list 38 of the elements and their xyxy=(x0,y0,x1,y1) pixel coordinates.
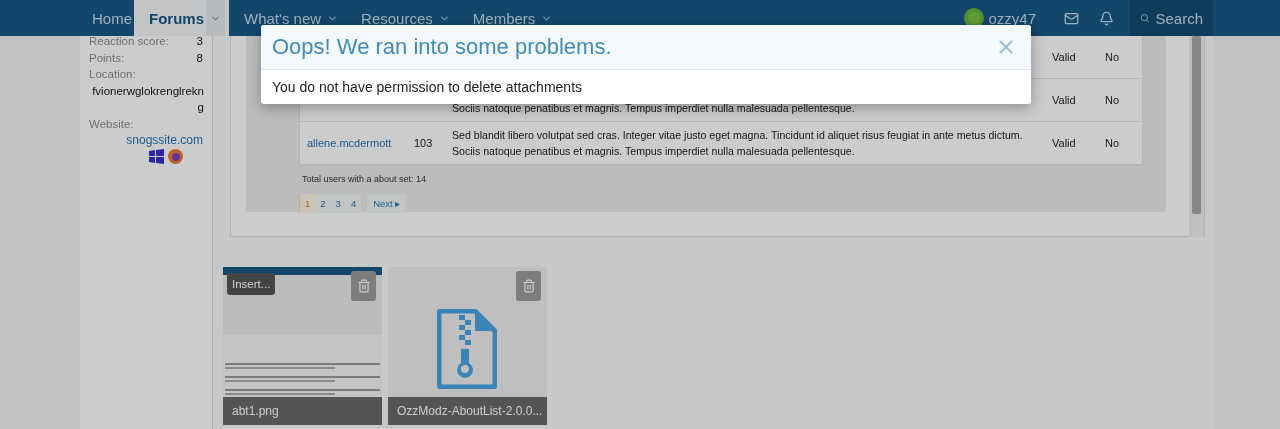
file-name: abt1.png xyxy=(223,397,382,425)
delete-button[interactable] xyxy=(516,271,541,301)
delete-button[interactable] xyxy=(351,271,376,301)
page-link[interactable]: 1 xyxy=(299,194,316,213)
website-label: Website: xyxy=(89,116,134,132)
window-panes-icon xyxy=(149,149,164,164)
nav-tab[interactable]: Home xyxy=(77,0,134,36)
table-cell-text: No xyxy=(1104,94,1121,106)
dialog-message: You do not have permission to delete attachments xyxy=(271,78,584,97)
avatar-icon xyxy=(964,8,985,28)
browser-icon xyxy=(168,149,183,164)
file-name: OzzModz-AboutList-2.0.0... xyxy=(388,397,547,425)
website-link[interactable]: snogssite.com xyxy=(89,132,203,149)
table-cell-text: No xyxy=(1104,137,1121,149)
zip-file-icon xyxy=(437,309,497,389)
dialog-title: Oops! We ran into some problems. xyxy=(272,34,612,60)
stat-label: Points: xyxy=(89,50,125,66)
about-text: Sociis natoque penatibus et magnis. Tempus imperdiet nulla malesuada pellentesque. xyxy=(452,101,856,116)
insert-button[interactable]: Insert... xyxy=(227,273,276,295)
stat-value: 3 xyxy=(196,34,203,49)
table-cell-text: Valid xyxy=(1052,51,1077,63)
user-link[interactable]: allene.mcdermott xyxy=(300,137,402,149)
location-value: fvionerwglokrenglrekng xyxy=(91,83,204,115)
table-cell-text: Valid xyxy=(1052,94,1077,106)
about-text: Sed blandit libero volutpat sed cras. Integer vitae justo eget magna. Tincidunt id aliquet risus feugiat in ante metus dictum. Sociis natoque penatibus et magnis. Tempus imperdiet nulla malesuada pellentesque. xyxy=(452,128,1024,159)
trash-icon xyxy=(521,279,536,293)
location-label: Location: xyxy=(89,67,136,82)
next-link[interactable]: Next ▸ xyxy=(367,194,407,213)
scrollbar[interactable] xyxy=(1189,36,1204,237)
table-cell-text: 103 xyxy=(413,137,434,149)
total-text: Total users with a about set: 14 xyxy=(302,174,428,184)
stat-value: 8 xyxy=(196,50,203,66)
table-cell-text: Valid xyxy=(1052,137,1077,149)
page-link[interactable]: 2 xyxy=(315,194,331,213)
stat-label: Reaction score: xyxy=(89,34,169,49)
trash-icon xyxy=(356,279,371,293)
table-cell-text: No xyxy=(1104,51,1121,63)
search-button[interactable]: Search xyxy=(1130,0,1213,36)
